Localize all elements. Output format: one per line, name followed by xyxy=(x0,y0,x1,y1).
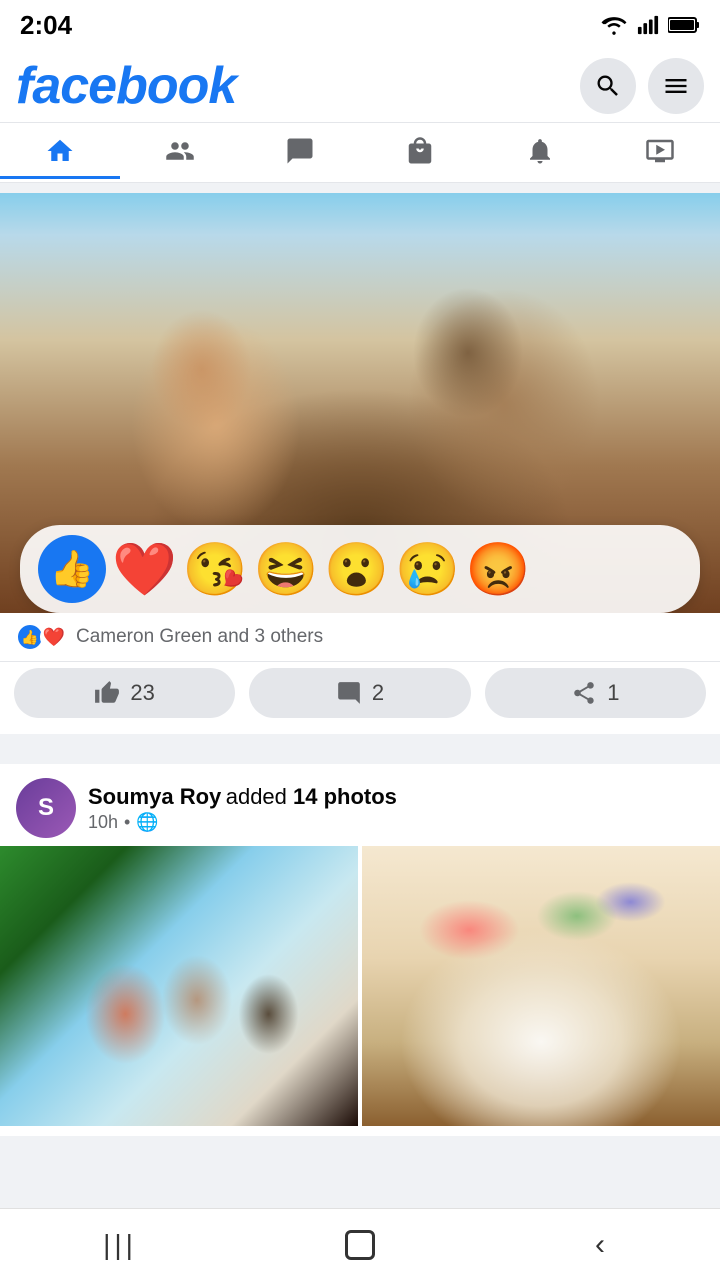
post-time-text: 10h xyxy=(88,812,118,833)
home-square-icon xyxy=(345,1230,375,1260)
post-action-text: added xyxy=(226,784,293,809)
time-dot: • xyxy=(124,812,130,833)
nav-marketplace[interactable] xyxy=(360,127,480,179)
notifications-icon xyxy=(525,136,555,166)
nav-messenger[interactable] xyxy=(240,127,360,179)
video-icon xyxy=(645,136,675,166)
friends-icon xyxy=(165,136,195,166)
app-header: facebook xyxy=(0,50,720,123)
like-count: 23 xyxy=(130,680,154,706)
news-feed: 👍 ❤️ 😘 😆 😮 😢 😡 👍 ❤️ Cameron Green and 3 … xyxy=(0,183,720,1136)
thumbs-up-icon xyxy=(94,680,120,706)
photo-item-2[interactable] xyxy=(362,846,720,1126)
reaction-popup: 👍 ❤️ 😘 😆 😮 😢 😡 xyxy=(20,525,700,613)
menu-button[interactable] xyxy=(648,58,704,114)
comment-button[interactable]: 2 xyxy=(249,668,470,718)
angry-reaction-btn[interactable]: 😡 xyxy=(466,539,531,600)
back-icon: ‹ xyxy=(595,1228,605,1262)
menu-icon xyxy=(662,72,690,100)
post-reactions-left: 👍 ❤️ Cameron Green and 3 others xyxy=(16,623,323,651)
nav-video[interactable] xyxy=(600,127,720,179)
photo-item-1[interactable] xyxy=(0,846,358,1126)
nav-notifications[interactable] xyxy=(480,127,600,179)
comment-icon xyxy=(336,680,362,706)
share-count: 1 xyxy=(607,680,619,706)
privacy-icon: 🌐 xyxy=(136,812,158,833)
selfie-photo xyxy=(0,846,358,1126)
signal-icon xyxy=(636,14,660,36)
post-image-container: 👍 ❤️ 😘 😆 😮 😢 😡 xyxy=(0,193,720,613)
navigation-bar xyxy=(0,123,720,183)
home-icon xyxy=(45,136,75,166)
android-recents-btn[interactable]: ||| xyxy=(0,1209,240,1280)
share-icon xyxy=(571,680,597,706)
like-reaction-btn[interactable]: 👍 xyxy=(38,535,106,603)
love-reaction-btn[interactable]: ❤️ xyxy=(112,539,177,600)
post-author-line: Soumya Roy added 14 photos xyxy=(88,784,704,810)
android-navigation: ||| ‹ xyxy=(0,1208,720,1280)
search-button[interactable] xyxy=(580,58,636,114)
comment-count: 2 xyxy=(372,680,384,706)
feed-divider xyxy=(0,744,720,754)
post-1: 👍 ❤️ 😘 😆 😮 😢 😡 👍 ❤️ Cameron Green and 3 … xyxy=(0,193,720,734)
messenger-icon xyxy=(285,136,315,166)
post-time-row: 10h • 🌐 xyxy=(88,812,704,833)
sad-reaction-btn[interactable]: 😢 xyxy=(395,539,460,600)
wow2-reaction-btn[interactable]: 😮 xyxy=(324,539,389,600)
marketplace-icon xyxy=(405,136,435,166)
haha-reaction-btn[interactable]: 😘 xyxy=(183,539,248,600)
post-2: S Soumya Roy added 14 photos 10h • 🌐 xyxy=(0,764,720,1136)
nav-home[interactable] xyxy=(0,127,120,179)
search-icon xyxy=(594,72,622,100)
wifi-icon xyxy=(600,14,628,36)
post-meta: Soumya Roy added 14 photos 10h • 🌐 xyxy=(88,784,704,833)
post-photo-count: 14 photos xyxy=(293,784,397,809)
facebook-logo: facebook xyxy=(16,60,236,112)
photo-grid xyxy=(0,846,720,1136)
wow-reaction-btn[interactable]: 😆 xyxy=(254,539,319,600)
post-author-name[interactable]: Soumya Roy xyxy=(88,784,221,809)
android-home-btn[interactable] xyxy=(240,1209,480,1280)
share-button[interactable]: 1 xyxy=(485,668,706,718)
post-stats-row: 👍 ❤️ Cameron Green and 3 others xyxy=(0,613,720,662)
love-mini: ❤️ xyxy=(40,623,68,651)
like-emoji: 👍 xyxy=(50,548,95,590)
status-icons xyxy=(600,14,700,36)
recents-icon: ||| xyxy=(103,1229,137,1261)
reaction-mini-icons: 👍 ❤️ xyxy=(16,623,68,651)
nav-friends[interactable] xyxy=(120,127,240,179)
reaction-author-text: Cameron Green and 3 others xyxy=(76,626,323,648)
like-button[interactable]: 23 xyxy=(14,668,235,718)
header-actions xyxy=(580,58,704,114)
author-avatar[interactable]: S xyxy=(16,778,76,838)
action-pills-row: 23 2 1 xyxy=(0,662,720,734)
avatar-initial: S xyxy=(38,794,54,822)
cake-photo xyxy=(362,846,720,1126)
status-bar: 2:04 xyxy=(0,0,720,50)
status-time: 2:04 xyxy=(20,10,72,41)
avatar-placeholder: S xyxy=(16,778,76,838)
post-header: S Soumya Roy added 14 photos 10h • 🌐 xyxy=(0,764,720,846)
battery-icon xyxy=(668,14,700,36)
android-back-btn[interactable]: ‹ xyxy=(480,1209,720,1280)
